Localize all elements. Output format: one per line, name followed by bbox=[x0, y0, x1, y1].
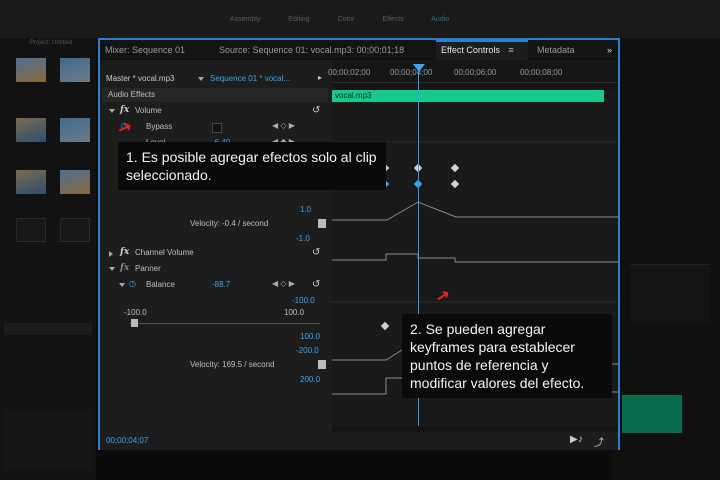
stopwatch-icon[interactable]: ◷ bbox=[129, 279, 136, 288]
media-thumbnail[interactable] bbox=[16, 218, 46, 242]
timeline-clip-preview bbox=[622, 395, 682, 433]
level-graph-max: 1.0 bbox=[300, 205, 312, 214]
clip-bar[interactable]: vocal.mp3 bbox=[332, 90, 604, 102]
volume-expand-icon bbox=[109, 109, 115, 113]
tab-metadata[interactable]: Metadata bbox=[532, 40, 580, 60]
workspace-audio[interactable]: Audio bbox=[431, 16, 449, 23]
ruler-time-label: 00;00;06;00 bbox=[454, 68, 497, 77]
fx-icon[interactable]: fx bbox=[120, 105, 129, 115]
media-thumbnail[interactable] bbox=[60, 58, 90, 82]
workspace-nav: Assembly Editing Color Effects Audio bbox=[230, 16, 475, 28]
ruler-time-label: 00;00;04;00 bbox=[390, 68, 433, 77]
panel-menu-icon[interactable]: ≡ bbox=[508, 45, 513, 55]
bypass-row: ◷ Bypass ◀ ◇ ▶ bbox=[100, 121, 328, 137]
overflow-icon[interactable]: » bbox=[602, 40, 617, 60]
playhead-handle-icon[interactable] bbox=[413, 64, 425, 72]
panel-tab-bar: Mixer: Sequence 01 Source: Sequence 01: … bbox=[100, 40, 618, 60]
media-thumbnail[interactable] bbox=[60, 218, 90, 242]
balance-slider-min: -100.0 bbox=[124, 308, 147, 317]
fx-icon[interactable]: fx bbox=[120, 263, 129, 273]
balance-graph-top: 100.0 bbox=[300, 332, 321, 341]
workspace-bar: Assembly Editing Color Effects Audio bbox=[0, 0, 720, 38]
master-clip-label[interactable]: Master * vocal.mp3 bbox=[106, 74, 174, 83]
balance-value[interactable]: -88.7 bbox=[212, 280, 230, 289]
workspace-effects[interactable]: Effects bbox=[382, 16, 403, 23]
ruler-time-label: 00;00;08;00 bbox=[520, 68, 563, 77]
tab-source[interactable]: Source: Sequence 01: vocal.mp3: 00;00;01… bbox=[214, 40, 409, 60]
ruler-time-label: 00;00;02;00 bbox=[328, 68, 371, 77]
level-graph-min: -1.0 bbox=[296, 234, 310, 243]
balance-range-top: -100.0 bbox=[292, 296, 315, 305]
tab-mixer[interactable]: Mixer: Sequence 01 bbox=[100, 40, 190, 60]
keyframe-nav-controls[interactable]: ◀ ◇ ▶ bbox=[272, 121, 295, 130]
velocity-toggle-icon[interactable] bbox=[318, 360, 326, 369]
tooltip-keyframes: 2. Se pueden agregar keyframes para esta… bbox=[402, 314, 612, 398]
audio-effects-header: Audio Effects bbox=[102, 88, 328, 102]
balance-row[interactable]: ◷ Balance -88.7 ◀ ◇ ▶ ↺ bbox=[100, 279, 328, 295]
panner-label: Panner bbox=[135, 264, 161, 273]
media-thumbnail[interactable] bbox=[60, 170, 90, 194]
time-ruler[interactable]: 00;00;02;00 00;00;04;00 00;00;06;00 00;0… bbox=[328, 60, 618, 90]
current-timecode[interactable]: 00;00;04;07 bbox=[106, 436, 148, 445]
tab-effect-controls-label: Effect Controls bbox=[441, 45, 500, 55]
sequence-clip-label[interactable]: Sequence 01 * vocal... bbox=[210, 74, 290, 83]
project-tab[interactable]: Project: Untitled bbox=[30, 40, 72, 46]
tab-effect-controls[interactable]: Effect Controls ≡ bbox=[436, 40, 528, 60]
media-thumbnail[interactable] bbox=[16, 58, 46, 82]
bypass-checkbox[interactable] bbox=[212, 123, 222, 133]
channel-volume-label: Channel Volume bbox=[135, 248, 194, 257]
sequence-info bbox=[4, 410, 92, 470]
keyframe-nav-controls[interactable]: ◀ ◇ ▶ bbox=[272, 279, 295, 288]
panel-tabs bbox=[4, 323, 92, 335]
balance-slider-thumb[interactable] bbox=[131, 319, 138, 327]
master-dropdown-icon[interactable] bbox=[198, 77, 204, 81]
level-velocity-label: Velocity: -0.4 / second bbox=[190, 219, 269, 228]
balance-expand-icon bbox=[119, 283, 125, 287]
play-only-audio-icon[interactable]: ▸ bbox=[318, 73, 322, 82]
reset-icon[interactable]: ↺ bbox=[312, 279, 320, 290]
export-audio-icon[interactable]: ▶♪ bbox=[570, 434, 583, 445]
panner-row[interactable]: fx Panner bbox=[100, 263, 328, 279]
tooltip-effects-clip: 1. Es posible agregar efectos solo al cl… bbox=[118, 142, 386, 190]
balance-velocity-max: 200.0 bbox=[300, 375, 321, 384]
project-panel: Project: Untitled bbox=[0, 38, 96, 480]
panel-options-icon[interactable]: ⤴ bbox=[594, 434, 604, 449]
balance-label: Balance bbox=[146, 280, 175, 289]
media-thumbnail[interactable] bbox=[16, 118, 46, 142]
volume-label: Volume bbox=[135, 106, 162, 115]
balance-slider-max: 100.0 bbox=[284, 308, 305, 317]
workspace-editing[interactable]: Editing bbox=[288, 16, 309, 23]
fx-icon[interactable]: fx bbox=[120, 247, 129, 257]
channel-volume-row[interactable]: fx Channel Volume ↺ bbox=[100, 247, 328, 263]
balance-slider-track[interactable] bbox=[130, 323, 320, 324]
media-thumbnail[interactable] bbox=[60, 118, 90, 142]
audio-effects-label: Audio Effects bbox=[108, 90, 155, 99]
workspace-assembly[interactable]: Assembly bbox=[230, 16, 260, 23]
volume-row[interactable]: fx Volume ↺ bbox=[100, 105, 328, 121]
panel-footer: 00;00;04;07 ▶♪ ⤴ bbox=[100, 432, 618, 450]
media-thumbnail[interactable] bbox=[16, 170, 46, 194]
balance-velocity-label: Velocity: 169.5 / second bbox=[190, 360, 275, 369]
panner-expand-icon bbox=[109, 267, 115, 271]
workspace-color[interactable]: Color bbox=[338, 16, 355, 23]
channel-volume-expand-icon bbox=[109, 251, 113, 257]
velocity-toggle-icon[interactable] bbox=[318, 219, 326, 228]
reset-icon[interactable]: ↺ bbox=[312, 247, 320, 258]
balance-graph-bottom: -200.0 bbox=[296, 346, 319, 355]
bypass-label: Bypass bbox=[146, 122, 173, 131]
audio-meters bbox=[630, 264, 710, 324]
reset-icon[interactable]: ↺ bbox=[312, 105, 320, 116]
